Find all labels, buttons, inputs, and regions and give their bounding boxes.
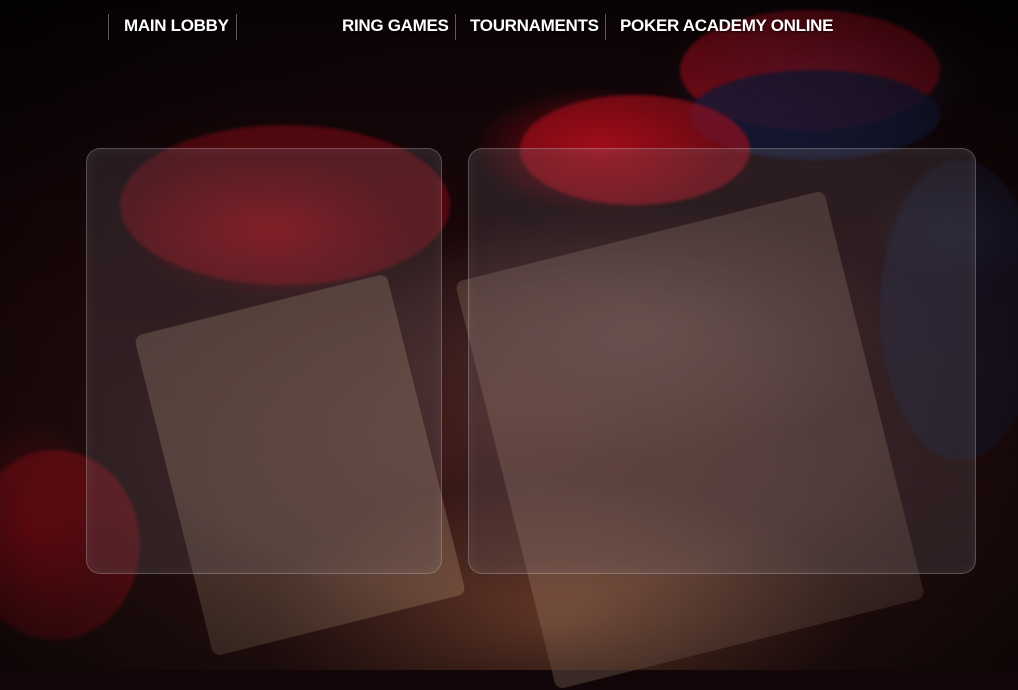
top-navigation: MAIN LOBBY RING GAMES TOURNAMENTS POKER …	[0, 10, 1018, 46]
left-content-panel	[86, 148, 442, 574]
nav-separator	[455, 14, 456, 40]
nav-ring-games[interactable]: RING GAMES	[342, 10, 449, 42]
nav-poker-academy-online[interactable]: POKER ACADEMY ONLINE	[620, 10, 833, 42]
right-content-panel	[468, 148, 976, 574]
nav-main-lobby[interactable]: MAIN LOBBY	[124, 10, 229, 42]
nav-separator	[236, 14, 237, 40]
nav-separator	[108, 14, 109, 40]
nav-tournaments[interactable]: TOURNAMENTS	[470, 10, 599, 42]
nav-separator	[605, 14, 606, 40]
